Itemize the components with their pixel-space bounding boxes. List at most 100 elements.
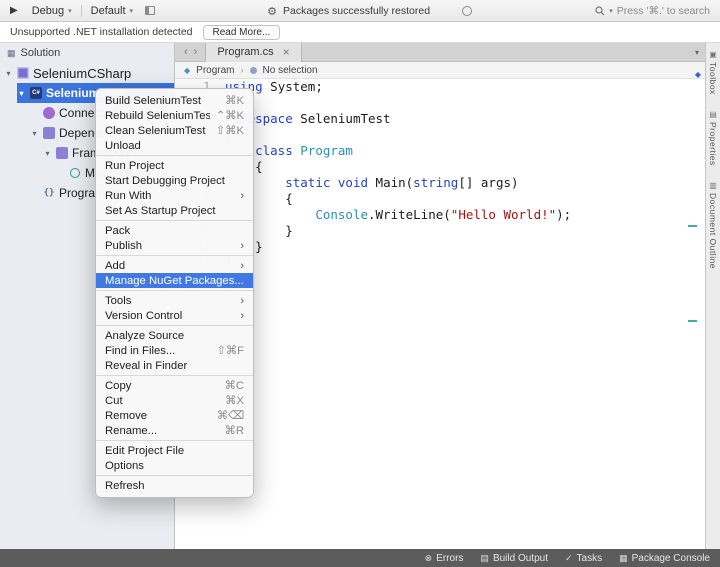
expander-icon[interactable]: ▾ [4, 69, 13, 78]
submenu-arrow-icon: › [240, 190, 244, 202]
status-circle-icon[interactable] [462, 6, 472, 16]
menu-item-version-control[interactable]: Version Control › [96, 308, 253, 323]
submenu-arrow-icon: › [240, 260, 244, 272]
code-text: static void Main(string[] args) [225, 175, 519, 191]
menu-item-rename[interactable]: Rename...⌘R [96, 423, 253, 438]
menu-item-pack[interactable]: Pack [96, 223, 253, 238]
menu-item-edit-project-file[interactable]: Edit Project File [96, 443, 253, 458]
statusbar-item-tasks[interactable]: ✓Tasks [565, 553, 602, 564]
breadcrumb-item-program[interactable]: Program [196, 65, 234, 76]
properties-icon: ▤ [709, 110, 717, 119]
editor-tab-bar: ‹ › Program.cs × ▾ [175, 43, 705, 62]
menu-item-reveal-in-finder[interactable]: Reveal in Finder [96, 358, 253, 373]
code-line: 2 [175, 95, 705, 111]
chevron-down-icon: ▾ [68, 7, 72, 15]
selection-circle-icon [250, 67, 257, 74]
notification-text: Packages successfully restored [283, 5, 430, 17]
menu-item-run-with[interactable]: Run With› [96, 188, 253, 203]
menu-item-options[interactable]: Options [96, 458, 253, 473]
menu-item-clean-seleniumtest[interactable]: Clean SeleniumTest⇧⌘K [96, 123, 253, 138]
statusbar-item-errors[interactable]: ⊗Errors [425, 553, 464, 564]
menu-separator [96, 255, 253, 256]
statusbar-item-label: Package Console [632, 553, 710, 564]
menu-item-label: Cut [105, 395, 219, 407]
menu-item-manage-nuget-packages[interactable]: Manage NuGet Packages... [96, 273, 253, 288]
menu-item-unload[interactable]: Unload [96, 138, 253, 153]
menu-item-remove[interactable]: Remove⌘⌫ [96, 408, 253, 423]
menu-item-run-project[interactable]: Run Project [96, 158, 253, 173]
menu-item-label: Set As Startup Project [105, 205, 244, 217]
breadcrumb-separator-icon: › [241, 65, 244, 75]
expander-icon[interactable]: ▾ [43, 149, 52, 158]
dock-tab-properties[interactable]: ▤Properties [708, 110, 718, 166]
search-field[interactable]: ▾ Press '⌘.' to search [595, 5, 710, 17]
warning-bar: Unsupported .NET installation detected R… [0, 22, 720, 43]
editor-pane: ‹ › Program.cs × ▾ ◆ Program › No select… [175, 43, 705, 549]
tree-item-label: SeleniumCSharp [33, 66, 131, 81]
frameworks-icon [56, 147, 68, 159]
menu-item-copy[interactable]: Copy⌘C [96, 378, 253, 393]
code-line: 12} [175, 255, 705, 271]
menu-item-start-debugging-project[interactable]: Start Debugging Project [96, 173, 253, 188]
menu-item-rebuild-seleniumtest[interactable]: Rebuild SeleniumTest⌃⌘K [96, 108, 253, 123]
read-more-button[interactable]: Read More... [203, 25, 281, 40]
menu-item-refresh[interactable]: Refresh [96, 478, 253, 493]
menu-item-add[interactable]: Add › [96, 258, 253, 273]
breadcrumb-item-selection[interactable]: No selection [263, 65, 318, 76]
menu-item-set-as-startup-project[interactable]: Set As Startup Project [96, 203, 253, 218]
menu-separator [96, 290, 253, 291]
breadcrumb: ◆ Program › No selection [175, 62, 705, 79]
statusbar-item-label: Build Output [493, 553, 548, 564]
dock-tab-label: Document Outline [708, 193, 718, 269]
submenu-arrow-icon: › [240, 295, 244, 307]
expander-icon[interactable]: ▾ [17, 89, 26, 98]
menu-item-build-seleniumtest[interactable]: Build SeleniumTest⌘K [96, 93, 253, 108]
namespace-diamond-icon: ◆ [184, 66, 190, 75]
tab-nav-forward-icon[interactable]: › [191, 46, 201, 58]
menu-item-tools[interactable]: Tools› [96, 293, 253, 308]
toolbar-separator [81, 5, 82, 17]
run-button[interactable]: ▶ [10, 5, 18, 16]
code-line: 11 } [175, 239, 705, 255]
chevron-down-icon: ▾ [130, 7, 134, 15]
submenu-arrow-icon: › [240, 240, 244, 252]
menu-item-shortcut: ⌘⌫ [217, 409, 244, 422]
code-text: Console.WriteLine("Hello World!"); [225, 207, 571, 223]
menu-item-analyze-source[interactable]: Analyze Source [96, 328, 253, 343]
submenu-arrow-icon: › [240, 310, 244, 322]
target-dropdown[interactable]: Default ▾ [91, 5, 133, 17]
project-icon: C# [30, 87, 42, 99]
tab-nav-back-icon[interactable]: ‹ [181, 46, 191, 58]
gear-icon: ⚙ [267, 5, 277, 18]
expander-icon[interactable]: ▾ [30, 129, 39, 138]
dock-tab-label: Toolbox [708, 62, 718, 95]
warning-message: Unsupported .NET installation detected [10, 26, 193, 38]
debug-config-dropdown[interactable]: Debug ▾ [32, 5, 72, 17]
menu-item-label: Add [105, 260, 234, 272]
menu-item-label: Rebuild SeleniumTest [105, 110, 210, 122]
menu-item-label: Rename... [105, 425, 219, 437]
package-console-icon: ▦ [619, 553, 628, 564]
main-toolbar: ▶ Debug ▾ Default ▾ ⚙ Packages successfu… [0, 0, 720, 22]
tab-list-chevron-icon[interactable]: ▾ [695, 48, 705, 57]
menu-item-find-in-files[interactable]: Find in Files...⇧⌘F [96, 343, 253, 358]
tab-title: Program.cs [217, 46, 273, 58]
tree-item-seleniumcsharp[interactable]: ▾ SeleniumCSharp [4, 63, 174, 83]
dock-tab-toolbox[interactable]: ▣ Toolbox [708, 50, 718, 95]
close-icon[interactable]: × [283, 46, 290, 58]
connected-icon [43, 107, 55, 119]
tab-program-cs[interactable]: Program.cs × [205, 43, 301, 62]
statusbar-item-package-console[interactable]: ▦ Package Console [619, 553, 710, 564]
layout-icon[interactable] [145, 6, 155, 15]
dock-tab-document-outline[interactable]: ▥Document Outline [708, 181, 718, 269]
code-area[interactable]: 1using System;23namespace SeleniumTest4{… [175, 79, 705, 549]
menu-item-label: Find in Files... [105, 345, 210, 357]
menu-item-label: Reveal in Finder [105, 360, 244, 372]
menu-separator [96, 325, 253, 326]
toolbox-icon: ▣ [709, 50, 717, 59]
menu-item-cut[interactable]: Cut⌘X [96, 393, 253, 408]
menu-item-publish[interactable]: Publish› [96, 238, 253, 253]
menu-item-label: Version Control [105, 310, 234, 322]
statusbar-item-build-output[interactable]: ▤Build Output [480, 553, 548, 564]
menu-item-label: Start Debugging Project [105, 175, 244, 187]
